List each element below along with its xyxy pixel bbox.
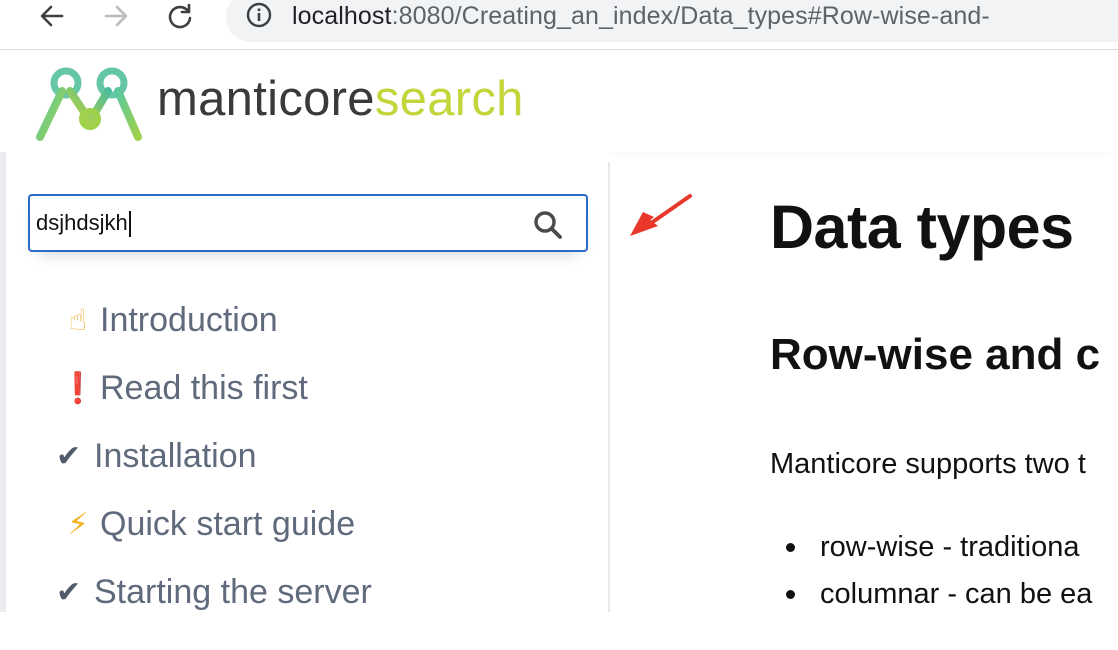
sidebar-nav: ☝ Introduction ❗ Read this first ✔ Insta… [56,301,372,650]
search-icon[interactable] [532,209,564,246]
data-types-list: row-wise - traditiona columnar - can be … [770,524,1092,612]
url-text[interactable]: localhost:8080/Creating_an_index/Data_ty… [292,2,990,31]
sidebar-item-label: Read this first [100,368,308,407]
sidebar-item-introduction[interactable]: ☝ Introduction [56,286,372,354]
exclamation-icon: ❗ [59,371,97,405]
site-logo-wordmark[interactable]: manticoresearch [157,71,524,127]
search-input-value: dsjhdsjkh [36,210,128,235]
sidebar-item-installation[interactable]: ✔ Installation [56,422,372,490]
forward-arrow-icon[interactable] [102,4,130,28]
manticore-logo-icon[interactable] [34,61,146,148]
search-input[interactable]: dsjhdsjkh [36,196,516,250]
browser-toolbar: localhost:8080/Creating_an_index/Data_ty… [0,0,1118,50]
intro-paragraph: Manticore supports two t [770,448,1086,480]
logo-text-manticore: manticore [157,72,375,126]
logo-text-search: search [374,72,524,126]
url-path: :8080/Creating_an_index/Data_types#Row-w… [391,2,990,30]
sidebar-item-quick-start-guide[interactable]: ⚡ Quick start guide [56,490,372,558]
list-item: row-wise - traditiona [770,524,1092,571]
sidebar-item-label: Introduction [100,300,278,339]
sidebar: dsjhdsjkh ☝ Introduction ❗ Read this fir… [6,152,609,612]
sidebar-item-label: Installation [94,436,257,475]
lightning-icon: ⚡ [67,507,89,541]
site-header: manticoresearch [0,51,1118,152]
sidebar-item-label: Quick start guide [100,504,356,543]
info-icon[interactable] [246,2,272,33]
text-caret [128,211,131,238]
page-title: Data types [770,193,1074,261]
check-icon: ✔ [56,575,82,609]
sidebar-item-read-this-first[interactable]: ❗ Read this first [56,354,372,422]
reload-icon[interactable] [166,3,194,29]
main-content: Data types Row-wise and c Manticore supp… [610,152,1118,612]
sidebar-item-label: Starting the server [94,572,372,611]
back-arrow-icon[interactable] [38,4,66,28]
search-box[interactable]: dsjhdsjkh [28,194,588,252]
url-host: localhost [292,2,392,30]
point-up-emoji-icon: ☝ [68,303,88,337]
section-heading[interactable]: Row-wise and c [770,330,1100,380]
address-bar[interactable]: localhost:8080/Creating_an_index/Data_ty… [226,0,1118,42]
check-icon: ✔ [56,439,82,473]
list-item: columnar - can be ea [770,571,1092,612]
sidebar-item-starting-the-server[interactable]: ✔ Starting the server [56,558,372,626]
